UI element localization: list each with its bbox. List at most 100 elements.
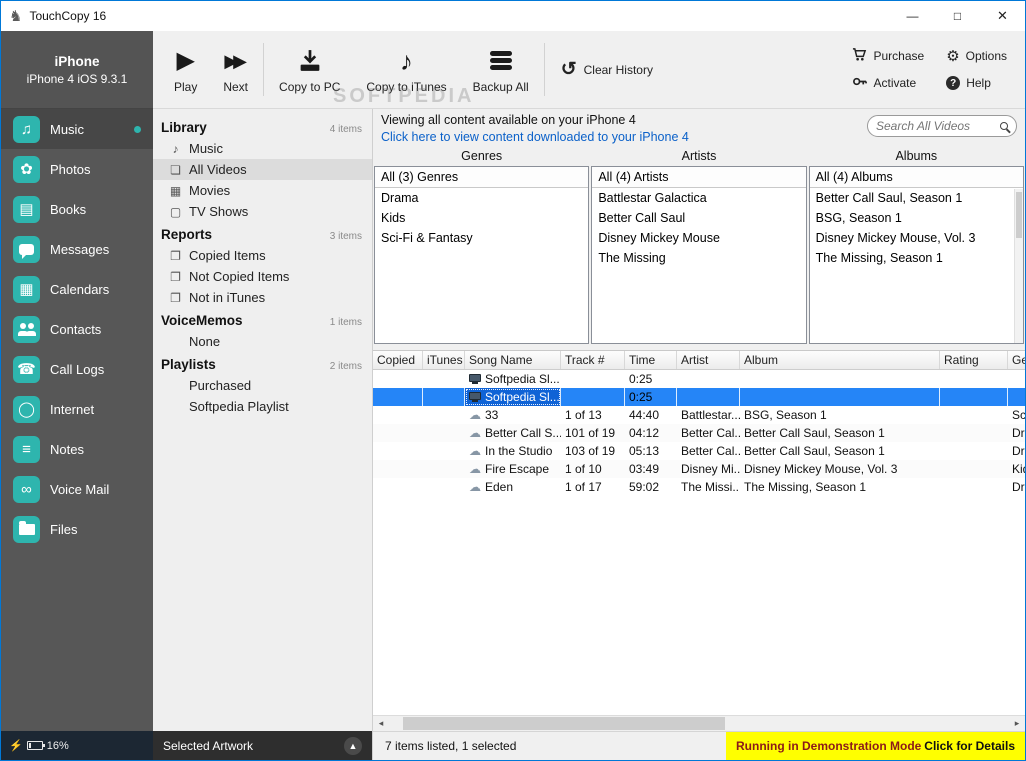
library-item-music[interactable]: ♪ Music	[153, 138, 372, 159]
album-item[interactable]: The Missing, Season 1	[810, 248, 1023, 268]
sidebar-item-notes[interactable]: ≡ Notes	[1, 429, 153, 469]
album-item[interactable]: Better Call Saul, Season 1	[810, 188, 1023, 208]
horizontal-scrollbar[interactable]: ◂ ▸	[373, 715, 1025, 731]
artist-item[interactable]: Battlestar Galactica	[592, 188, 805, 208]
notes-icon: ≡	[13, 435, 40, 463]
clear-history-button[interactable]: ↺ Clear History	[547, 31, 667, 108]
voicememos-section-header: VoiceMemos 1 items	[161, 313, 362, 328]
table-row-selected[interactable]: Softpedia Sl... 0:25	[373, 388, 1025, 406]
cell-genre: Dra	[1012, 480, 1025, 494]
scrollbar-thumb[interactable]	[1015, 192, 1022, 238]
help-button[interactable]: ? Help	[946, 74, 1007, 92]
battery-bar: ⚡ 16%	[1, 731, 153, 760]
close-button[interactable]: ✕	[980, 1, 1025, 31]
scrollbar-track[interactable]	[389, 716, 1009, 731]
library-item-movies[interactable]: ▦ Movies	[153, 180, 372, 201]
column-itunes[interactable]: iTunes	[423, 351, 465, 369]
column-artist[interactable]: Artist	[677, 351, 740, 369]
charging-bolt-icon: ⚡	[9, 740, 23, 752]
scrollbar-thumb[interactable]	[403, 717, 726, 730]
copy-to-itunes-button[interactable]: ♪ Copy to iTunes	[353, 31, 459, 108]
all-artists-row[interactable]: All (4) Artists	[592, 167, 806, 188]
cell-album: Disney Mickey Mouse, Vol. 3	[744, 462, 898, 476]
table-row[interactable]: ☁ Better Call S... 101 of 19 04:12 Bette…	[373, 424, 1025, 442]
table-row[interactable]: ☁ 33 1 of 13 44:40 Battlestar... BSG, Se…	[373, 406, 1025, 424]
sidebar-item-voice-mail[interactable]: ∞ Voice Mail	[1, 469, 153, 509]
artist-item[interactable]: The Missing	[592, 248, 805, 268]
albums-vertical-scrollbar[interactable]	[1013, 189, 1023, 343]
column-track[interactable]: Track #	[561, 351, 625, 369]
sidebar-item-label: Contacts	[50, 321, 102, 337]
gear-icon: ⚙	[946, 47, 960, 65]
sidebar-item-messages[interactable]: Messages	[1, 229, 153, 269]
search-input[interactable]	[876, 119, 996, 133]
cell-artist	[677, 370, 740, 388]
all-albums-row[interactable]: All (4) Albums	[809, 167, 1023, 188]
sidebar-item-call-logs[interactable]: ☎ Call Logs	[1, 349, 153, 389]
genre-item[interactable]: Drama	[375, 188, 588, 208]
activate-button[interactable]: Activate	[852, 74, 924, 92]
library-item-purchased[interactable]: Purchased	[153, 375, 372, 396]
search-box[interactable]	[867, 115, 1017, 137]
column-album[interactable]: Album	[740, 351, 940, 369]
sidebar-item-photos[interactable]: ✿ Photos	[1, 149, 153, 189]
options-button[interactable]: ⚙ Options	[946, 47, 1007, 65]
sidebar-item-contacts[interactable]: Contacts	[1, 309, 153, 349]
messages-icon	[13, 235, 40, 263]
table-row[interactable]: Softpedia Sl... 0:25	[373, 370, 1025, 388]
sidebar-item-internet[interactable]: ◯ Internet	[1, 389, 153, 429]
all-genres-row[interactable]: All (3) Genres	[375, 167, 589, 188]
library-panel: Library 4 items ♪ Music ❏ All Videos ▦ M…	[153, 109, 373, 760]
library-item-all-videos[interactable]: ❏ All Videos	[153, 159, 372, 180]
genre-item[interactable]: Sci-Fi & Fantasy	[375, 228, 588, 248]
artists-header: Artists	[681, 149, 717, 163]
artist-item[interactable]: Better Call Saul	[592, 208, 805, 228]
downloaded-content-link[interactable]: Click here to view content downloaded to…	[381, 129, 689, 145]
play-button[interactable]: ▶ Play	[161, 31, 210, 108]
library-item-not-copied-items[interactable]: ❐ Not Copied Items	[153, 266, 372, 287]
purchase-button[interactable]: Purchase	[852, 47, 924, 65]
column-genre[interactable]: Ge	[1008, 351, 1025, 369]
app-logo-icon: ♞	[9, 7, 23, 25]
table-row[interactable]: ☁ Eden 1 of 17 59:02 The Missi... The Mi…	[373, 478, 1025, 496]
cell-album	[740, 370, 940, 388]
backup-all-button[interactable]: Backup All	[460, 31, 542, 108]
column-time[interactable]: Time	[625, 351, 677, 369]
library-item-none[interactable]: None	[153, 331, 372, 352]
library-item-not-in-itunes[interactable]: ❐ Not in iTunes	[153, 287, 372, 308]
sidebar-item-label: Music	[50, 121, 84, 137]
sidebar-item-books[interactable]: ▤ Books	[1, 189, 153, 229]
column-copied[interactable]: Copied	[373, 351, 423, 369]
album-item[interactable]: Disney Mickey Mouse, Vol. 3	[810, 228, 1023, 248]
column-rating[interactable]: Rating	[940, 351, 1008, 369]
table-row[interactable]: ☁ Fire Escape 1 of 10 03:49 Disney Mi...…	[373, 460, 1025, 478]
table-row[interactable]: ☁ In the Studio 103 of 19 05:13 Better C…	[373, 442, 1025, 460]
toolbar-right-group: Purchase ⚙ Options Activate ? Help	[852, 47, 1017, 92]
maximize-icon: □	[953, 9, 962, 23]
sidebar-item-files[interactable]: Files	[1, 509, 153, 549]
artwork-expand-button[interactable]: ▲	[344, 736, 362, 755]
sidebar-item-calendars[interactable]: ▦ Calendars	[1, 269, 153, 309]
album-item[interactable]: BSG, Season 1	[810, 208, 1023, 228]
next-button[interactable]: ▶▶ Next	[210, 31, 261, 108]
scroll-left-icon[interactable]: ◂	[373, 716, 389, 731]
copy-to-pc-button[interactable]: Copy to PC	[266, 31, 353, 108]
cell-rating	[940, 442, 1008, 460]
artist-item[interactable]: Disney Mickey Mouse	[592, 228, 805, 248]
cell-copied	[373, 424, 423, 442]
cell-genre	[1008, 388, 1025, 406]
library-item-copied-items[interactable]: ❐ Copied Items	[153, 245, 372, 266]
scroll-right-icon[interactable]: ▸	[1009, 716, 1025, 731]
cell-copied	[373, 460, 423, 478]
backup-all-icon	[489, 46, 512, 76]
column-song-name[interactable]: Song Name	[465, 351, 561, 369]
library-item-tv-shows[interactable]: ▢ TV Shows	[153, 201, 372, 222]
maximize-button[interactable]: □	[935, 1, 980, 31]
demo-mode-banner[interactable]: Running in Demonstration Mode Click for …	[726, 732, 1025, 760]
sidebar-item-music[interactable]: ♫ Music	[1, 109, 153, 149]
demo-details-link[interactable]: Click for Details	[924, 739, 1015, 753]
library-item-softpedia-playlist[interactable]: Softpedia Playlist	[153, 396, 372, 417]
minimize-button[interactable]: —	[890, 1, 935, 31]
film-icon: ▦	[169, 183, 182, 198]
genre-item[interactable]: Kids	[375, 208, 588, 228]
